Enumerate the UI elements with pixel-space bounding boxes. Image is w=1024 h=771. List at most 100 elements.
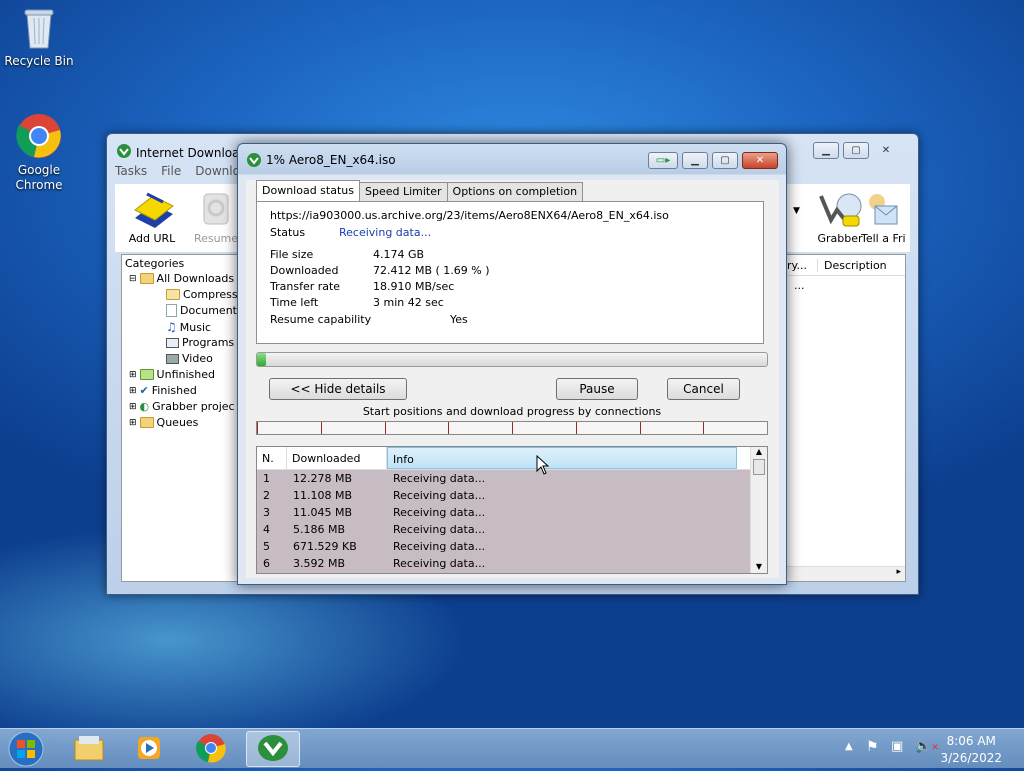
column-info[interactable]: Info — [387, 447, 737, 469]
main-minimize-button[interactable]: ▁ — [813, 142, 839, 159]
tree-compressed[interactable]: Compresse — [166, 288, 239, 301]
status-panel: https://ia903000.us.archive.org/23/items… — [256, 201, 764, 344]
expand-icon[interactable]: ⊞ — [129, 402, 137, 412]
dialog-maximize-button[interactable]: ▢ — [712, 152, 738, 169]
tree-label: All Downloads — [156, 272, 235, 285]
table-row[interactable]: 2 11.108 MB Receiving data... — [257, 487, 751, 504]
tab-speed-limiter[interactable]: Speed Limiter — [358, 182, 448, 201]
tray-expand-icon[interactable]: ▲ — [845, 741, 853, 752]
scroll-thumb[interactable] — [753, 459, 765, 475]
tree-label: Video — [182, 352, 213, 365]
list-hscroll[interactable]: ▸ — [784, 566, 905, 581]
main-close-button[interactable]: ✕ — [873, 142, 899, 159]
table-row[interactable]: 6 3.592 MB Receiving data... — [257, 555, 751, 572]
dialog-caption-buttons: ▭▸ ▁ ▢ ✕ — [648, 152, 778, 169]
tree-video[interactable]: Video — [166, 352, 213, 365]
mouse-cursor-icon — [536, 454, 550, 478]
table-row[interactable]: 3 11.045 MB Receiving data... — [257, 504, 751, 521]
volume-muted-icon[interactable]: 🔈✕ — [915, 739, 939, 754]
tell-friend-button[interactable]: Tell a Fri — [861, 188, 911, 245]
tree-label: Finished — [151, 384, 197, 397]
tree-all-downloads[interactable]: ⊟ All Downloads — [129, 272, 234, 285]
scroll-up-icon[interactable]: ▲ — [751, 447, 767, 456]
folder-open-icon — [139, 273, 154, 284]
pause-button[interactable]: Pause — [556, 378, 638, 400]
tab-options-on-completion[interactable]: Options on completion — [446, 182, 584, 201]
add-url-button[interactable]: Add URL — [117, 188, 187, 245]
connection-marker — [448, 422, 450, 434]
list-column-description[interactable]: Description — [818, 259, 887, 272]
tree-queues[interactable]: ⊞ Queues — [129, 416, 198, 429]
music-icon: ♫ — [166, 320, 177, 334]
main-title-bar: Internet Download — [116, 143, 247, 162]
tell-friend-label: Tell a Fri — [861, 232, 906, 245]
cell-info: Receiving data... — [393, 557, 486, 570]
status-value: Receiving data... — [339, 226, 432, 239]
cell-number: 3 — [263, 506, 270, 519]
expand-icon[interactable]: ⊞ — [129, 386, 137, 396]
table-row[interactable]: 4 5.186 MB Receiving data... — [257, 521, 751, 538]
toolbar-more-arrow-icon[interactable]: ▼ — [793, 206, 800, 216]
cell-downloaded: 12.278 MB — [293, 472, 353, 485]
dialog-close-button[interactable]: ✕ — [742, 152, 778, 169]
taskbar-media-player[interactable] — [122, 731, 176, 767]
tab-download-status[interactable]: Download status — [256, 180, 360, 201]
tree-grabber-projects[interactable]: ⊞ ◐ Grabber projec — [129, 400, 235, 413]
tree-programs[interactable]: Programs — [166, 336, 234, 349]
connection-marker — [639, 422, 641, 434]
collapse-icon[interactable]: ⊟ — [129, 274, 137, 284]
cell-number: 4 — [263, 523, 270, 536]
dialog-body: Download status Speed Limiter Options on… — [246, 180, 779, 578]
dialog-hide-to-tray-button[interactable]: ▭▸ — [648, 152, 678, 169]
connections-table: N. Downloaded Info 1 12.278 MB Receiving d… — [256, 446, 768, 574]
scroll-down-icon[interactable]: ▼ — [751, 562, 767, 571]
tree-label: Programs — [182, 336, 235, 349]
downloaded-value: 72.412 MB ( 1.69 % ) — [373, 264, 490, 277]
recycle-bin-desktop-icon[interactable]: Recycle Bin — [1, 6, 77, 69]
cell-info: Receiving data... — [393, 489, 486, 502]
cell-downloaded: 3.592 MB — [293, 557, 346, 570]
taskbar-explorer[interactable] — [62, 731, 116, 767]
column-downloaded[interactable]: Downloaded — [287, 447, 387, 469]
list-column-partial[interactable]: ry... — [784, 258, 818, 272]
start-button[interactable] — [6, 730, 46, 771]
dialog-minimize-button[interactable]: ▁ — [682, 152, 708, 169]
main-window-title: Internet Download — [136, 145, 248, 160]
network-icon[interactable]: ▣ — [891, 739, 903, 754]
action-center-flag-icon[interactable]: ⚑ — [866, 739, 879, 755]
tree-finished[interactable]: ⊞ ✔ Finished — [129, 384, 197, 397]
resume-capability-label: Resume capability — [270, 313, 372, 326]
table-row[interactable]: 5 671.529 KB Receiving data... — [257, 538, 751, 555]
expand-icon[interactable]: ⊞ — [129, 370, 137, 380]
menu-tasks[interactable]: Tasks — [115, 164, 147, 178]
taskbar-chrome[interactable] — [184, 731, 238, 767]
cancel-button[interactable]: Cancel — [667, 378, 740, 400]
taskbar-idm[interactable] — [246, 731, 300, 767]
menu-downloads[interactable]: Downlo — [195, 164, 240, 178]
tree-label: Unfinished — [156, 368, 215, 381]
list-header: ry... Description — [784, 255, 905, 276]
file-size-label: File size — [270, 248, 314, 261]
menu-file[interactable]: File — [161, 164, 181, 178]
table-row[interactable]: 1 12.278 MB Receiving data... — [257, 470, 751, 487]
expand-icon[interactable]: ⊞ — [129, 418, 137, 428]
main-maximize-button[interactable]: ▢ — [843, 142, 869, 159]
taskbar-clock[interactable]: 8:06 AM 3/26/2022 — [940, 733, 1002, 767]
tree-label: Compresse — [183, 288, 239, 301]
clock-date: 3/26/2022 — [940, 751, 1002, 765]
unfinished-folder-icon — [139, 369, 154, 380]
tree-music[interactable]: ♫ Music — [166, 320, 211, 334]
download-progress-bar — [256, 352, 768, 367]
categories-tree: Categories ⊟ All Downloads Compresse Docu… — [121, 254, 239, 582]
hide-details-button[interactable]: << Hide details — [269, 378, 407, 400]
list-row-partial[interactable]: ... — [784, 276, 905, 295]
chrome-desktop-icon[interactable]: Google Chrome — [1, 113, 77, 193]
file-size-value: 4.174 GB — [373, 248, 425, 261]
column-number[interactable]: N. — [257, 447, 287, 469]
tree-unfinished[interactable]: ⊞ Unfinished — [129, 368, 215, 381]
connections-vscroll[interactable]: ▲ ▼ — [750, 447, 767, 573]
tree-documents[interactable]: Documents — [166, 304, 238, 317]
document-icon — [166, 304, 177, 317]
main-caption-buttons: ▁ ▢ ✕ — [813, 142, 899, 159]
grabber-project-icon: ◐ — [139, 400, 150, 413]
